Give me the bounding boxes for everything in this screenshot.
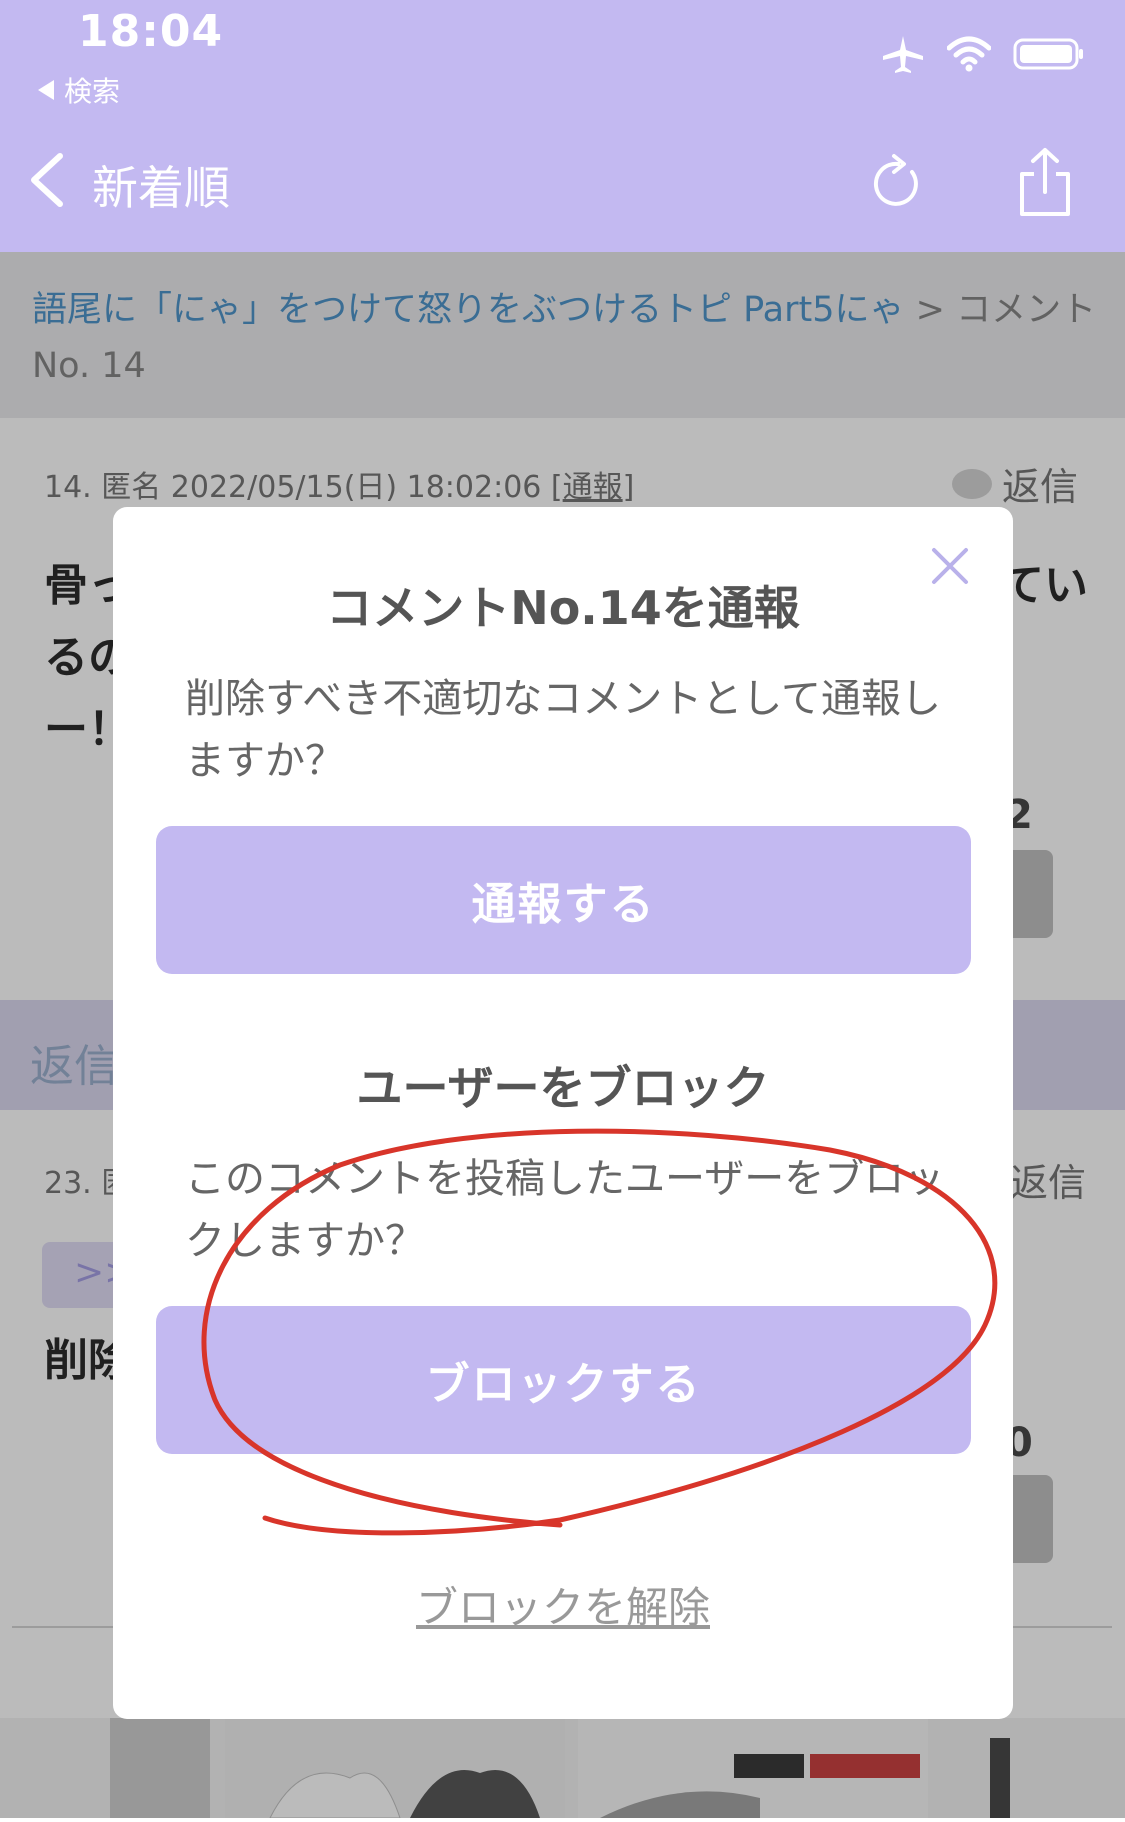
- back-chevron-icon[interactable]: [22, 150, 72, 210]
- status-back-label: 検索: [64, 75, 121, 108]
- refresh-icon[interactable]: [868, 150, 924, 212]
- block-button[interactable]: ブロックする: [156, 1306, 971, 1454]
- share-icon[interactable]: [1016, 146, 1074, 218]
- battery-icon: [1013, 38, 1083, 70]
- report-text: 削除すべき不適切なコメントとして通報しますか？: [185, 676, 941, 784]
- wifi-icon: [947, 36, 991, 72]
- unblock-link[interactable]: ブロックを解除: [113, 1574, 1013, 1635]
- status-back-to-search[interactable]: 検索: [38, 70, 120, 110]
- block-title: ユーザーをブロック: [356, 1061, 770, 1115]
- status-time: 18:04: [78, 6, 224, 57]
- airplane-icon: [883, 36, 923, 73]
- nav-title: 新着順: [92, 161, 230, 215]
- report-title: コメントNo.14を通報: [326, 581, 800, 635]
- back-triangle-icon: [38, 80, 54, 100]
- block-text: このコメントを投稿したユーザーをブロックしますか？: [185, 1156, 945, 1264]
- status-icons: [881, 34, 1085, 74]
- report-button[interactable]: 通報する: [156, 826, 971, 974]
